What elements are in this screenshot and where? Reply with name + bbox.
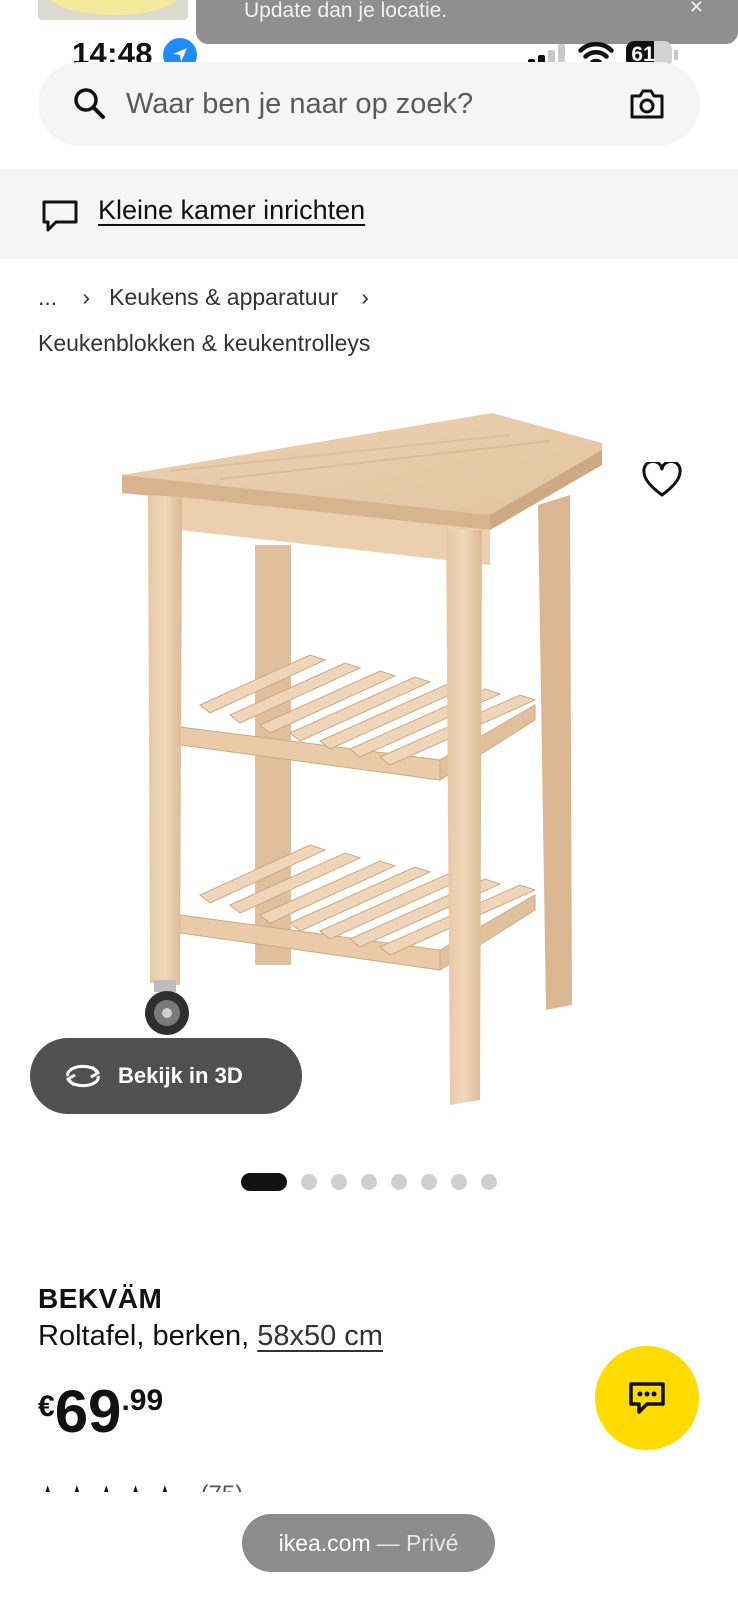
price-currency: € — [38, 1390, 55, 1423]
product-description: Roltafel, berken, 58x50 cm — [38, 1320, 383, 1353]
image-carousel-indicator[interactable] — [241, 1173, 497, 1191]
rotate-3d-icon — [66, 1064, 100, 1088]
chevron-right-icon: › — [82, 284, 90, 310]
product-size-link[interactable]: 58x50 cm — [257, 1320, 383, 1352]
rating-count: (75) — [201, 1478, 244, 1492]
previous-app-thumbnail — [38, 0, 188, 20]
product-name: BEKVÄM — [38, 1283, 163, 1314]
price-integer: 69 — [54, 1378, 122, 1445]
breadcrumb-current-category[interactable]: Keukenblokken & keukentrolleys — [38, 330, 370, 357]
search-icon[interactable] — [72, 86, 108, 122]
carousel-dot[interactable] — [331, 1174, 347, 1190]
carousel-dot[interactable] — [391, 1174, 407, 1190]
carousel-dot[interactable] — [481, 1174, 497, 1190]
view-3d-button[interactable]: Bekijk in 3D — [30, 1038, 302, 1114]
browser-url-pill[interactable]: ikea.com — Privé — [242, 1514, 495, 1572]
carousel-dot[interactable] — [361, 1174, 377, 1190]
product-price: € 69 .99 — [38, 1380, 163, 1444]
breadcrumb-kitchens-link[interactable]: Keukens & apparatuur — [109, 284, 338, 311]
browser-domain: ikea.com — [278, 1529, 371, 1556]
breadcrumb: ... › Keukens & apparatuur › — [38, 284, 376, 311]
camera-icon[interactable] — [628, 86, 666, 122]
product-rating[interactable]: ★★★★★ (75) — [36, 1478, 243, 1492]
product-image[interactable] — [110, 405, 630, 1135]
view-3d-label: Bekijk in 3D — [118, 1063, 243, 1088]
rating-stars: ★★★★★ — [36, 1478, 183, 1492]
notification-close-icon[interactable]: ✕ — [689, 0, 704, 18]
room-inspiration-banner: Kleine kamer inrichten — [0, 169, 738, 259]
browser-private-mode: — Privé — [376, 1529, 459, 1556]
chat-outline-icon — [42, 200, 78, 232]
small-room-link[interactable]: Kleine kamer inrichten — [98, 195, 365, 226]
heart-favorite-icon[interactable] — [642, 462, 682, 498]
search-bar[interactable] — [38, 62, 700, 146]
location-notification[interactable]: Update dan je locatie. ✕ — [196, 0, 738, 44]
search-input[interactable] — [126, 80, 596, 128]
product-type-text: Roltafel, berken, — [38, 1320, 258, 1352]
carousel-dot[interactable] — [301, 1174, 317, 1190]
chat-bubble-icon — [629, 1382, 665, 1414]
notification-text: Update dan je locatie. — [244, 0, 448, 22]
price-decimal: .99 — [121, 1384, 164, 1417]
carousel-dot[interactable] — [451, 1174, 467, 1190]
chat-support-button[interactable] — [595, 1346, 699, 1450]
breadcrumb-ellipsis[interactable]: ... — [38, 284, 57, 311]
carousel-dot[interactable] — [421, 1174, 437, 1190]
carousel-dot-active[interactable] — [241, 1173, 287, 1191]
battery-tip — [674, 50, 678, 60]
chevron-right-icon: › — [361, 284, 369, 310]
